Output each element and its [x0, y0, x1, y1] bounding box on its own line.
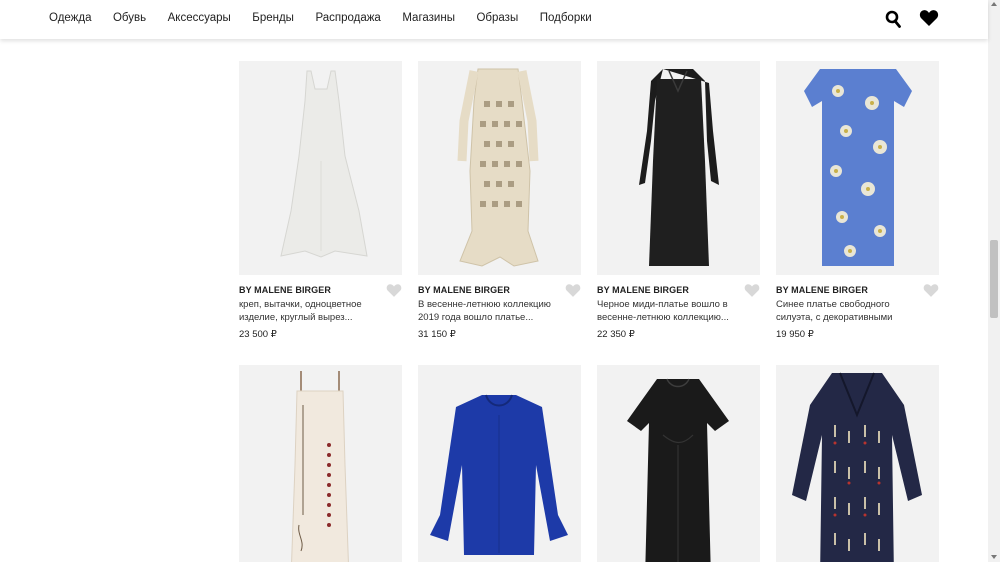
product-card[interactable] — [776, 365, 939, 562]
product-card[interactable]: BY MALENE BIRGER В весенне-летнюю коллек… — [418, 61, 581, 340]
product-description: креп, вытачки, одноцветное изделие, круг… — [239, 299, 362, 323]
product-brand: BY MALENE BIRGER — [776, 285, 868, 295]
page-scrollbar[interactable] — [988, 0, 1000, 562]
product-brand: BY MALENE BIRGER — [418, 285, 510, 295]
black-satin-dress-image — [627, 378, 729, 562]
product-brand: BY MALENE BIRGER — [597, 285, 689, 295]
menu-item-accessories[interactable]: Аксессуары — [168, 12, 231, 24]
product-price: 31 150 ₽ — [418, 329, 456, 340]
crochet-dress-image — [457, 68, 539, 267]
product-card[interactable] — [597, 365, 760, 562]
product-image[interactable] — [418, 61, 581, 275]
black-dress-image — [639, 69, 719, 266]
scroll-thumb[interactable] — [990, 240, 998, 318]
product-image[interactable] — [239, 61, 402, 275]
product-card[interactable]: BY MALENE BIRGER Черное миди-платье вошл… — [597, 61, 760, 340]
product-price: 19 950 ₽ — [776, 329, 814, 340]
menu-item-shoes[interactable]: Обувь — [113, 12, 146, 24]
menu-item-sale[interactable]: Распродажа — [315, 12, 380, 24]
product-image[interactable] — [418, 365, 581, 562]
favorite-heart-icon[interactable] — [744, 283, 760, 298]
white-dress-image — [280, 70, 368, 258]
heart-icon[interactable] — [919, 9, 939, 27]
product-image[interactable] — [239, 365, 402, 562]
favorite-heart-icon[interactable] — [386, 283, 402, 298]
product-description: Черное миди-платье вошло в весенне-летню… — [597, 299, 729, 323]
main-menu: Одежда Обувь Аксессуары Бренды Распродаж… — [49, 12, 613, 24]
embellished-navy-dress-image — [792, 372, 922, 562]
menu-item-brands[interactable]: Бренды — [252, 12, 294, 24]
cream-slip-dress-image — [291, 371, 349, 562]
favorite-heart-icon[interactable] — [923, 283, 939, 298]
top-navigation-bar: Одежда Обувь Аксессуары Бренды Распродаж… — [0, 0, 988, 39]
scroll-up-arrow-icon[interactable] — [991, 2, 997, 6]
menu-item-stores[interactable]: Магазины — [402, 12, 455, 24]
blue-sweater-image — [430, 394, 568, 555]
menu-item-collections[interactable]: Подборки — [540, 12, 592, 24]
menu-item-clothing[interactable]: Одежда — [49, 12, 91, 24]
search-icon[interactable] — [885, 10, 901, 28]
product-card[interactable]: BY MALENE BIRGER Синее платье свободного… — [776, 61, 939, 340]
product-price: 22 350 ₽ — [597, 329, 635, 340]
menu-item-looks[interactable]: Образы — [476, 12, 518, 24]
product-description: Синее платье свободного силуэта, с декор… — [776, 299, 893, 323]
blue-floral-dress-image — [804, 69, 912, 266]
product-image[interactable] — [597, 61, 760, 275]
product-description: В весенне-летнюю коллекцию 2019 года вош… — [418, 299, 551, 323]
favorite-heart-icon[interactable] — [565, 283, 581, 298]
product-brand: BY MALENE BIRGER — [239, 285, 331, 295]
product-price: 23 500 ₽ — [239, 329, 277, 340]
product-image[interactable] — [776, 61, 939, 275]
product-image[interactable] — [776, 365, 939, 562]
product-card[interactable] — [239, 365, 402, 562]
product-card[interactable]: BY MALENE BIRGER креп, вытачки, одноцвет… — [239, 61, 402, 340]
product-image[interactable] — [597, 365, 760, 562]
product-card[interactable] — [418, 365, 581, 562]
scroll-down-arrow-icon[interactable] — [991, 555, 997, 559]
